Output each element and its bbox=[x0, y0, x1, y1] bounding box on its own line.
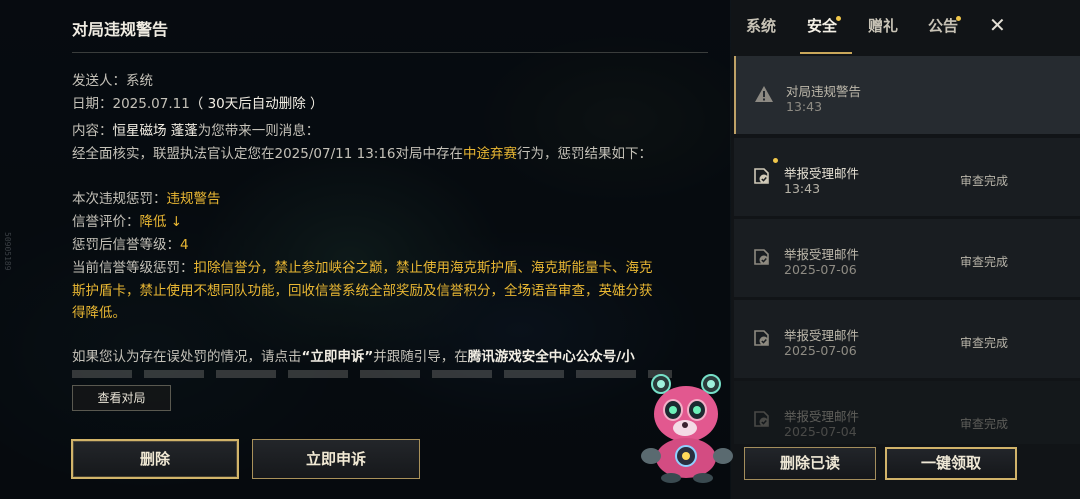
tab-security-dot bbox=[836, 16, 841, 21]
appeal-bold: 腾讯游戏安全中心公众号/小 bbox=[467, 349, 635, 365]
mail-check-icon bbox=[754, 168, 769, 184]
list-item[interactable]: 举报受理邮件 2025-07-06 审查完成 bbox=[734, 219, 1080, 297]
list-item[interactable]: 举报受理邮件 13:43 审查完成 bbox=[734, 138, 1080, 216]
list-item-status: 审查完成 bbox=[960, 336, 1009, 350]
content-label: 内容： bbox=[72, 123, 113, 139]
credit-value: 降低 bbox=[139, 214, 167, 230]
verdict-pre: 经全面核实，联盟执法官认定您在2025/07/11 13:16对局中存在 bbox=[72, 146, 464, 162]
list-item-time: 13:43 bbox=[784, 181, 821, 196]
list-item-time: 13:43 bbox=[786, 99, 823, 114]
unread-dot bbox=[773, 158, 778, 163]
date-line: 日期：2025.07.11（ 30天后自动删除 ） bbox=[72, 93, 324, 116]
delete-read-button[interactable]: 删除已读 bbox=[744, 447, 876, 480]
list-item-time: 2025-07-06 bbox=[784, 262, 857, 277]
date-label: 日期： bbox=[72, 96, 113, 112]
title-divider bbox=[72, 52, 708, 53]
content-tail: 为您带来一则消息： bbox=[197, 123, 320, 139]
tab-announcements-dot bbox=[956, 16, 961, 21]
side-watermark: 50905189 bbox=[3, 232, 12, 271]
tab-gifts[interactable]: 赠礼 bbox=[868, 15, 898, 36]
tab-announcements[interactable]: 公告 bbox=[928, 15, 958, 36]
list-item-title: 举报受理邮件 bbox=[784, 247, 860, 262]
current-penalty-label: 当前信誉等级惩罚： bbox=[72, 260, 194, 276]
close-icon[interactable]: ✕ bbox=[989, 13, 1006, 37]
penalty-label: 本次违规惩罚： bbox=[72, 191, 167, 207]
list-item-status: 审查完成 bbox=[960, 417, 1009, 431]
sender-label: 发送人： bbox=[72, 73, 126, 89]
penalty-value: 违规警告 bbox=[166, 191, 221, 207]
mail-title: 对局违规警告 bbox=[72, 20, 169, 39]
mail-list: 对局违规警告 13:43 举报受理邮件 13:43 审查完成 举报受理邮件 20… bbox=[731, 54, 1080, 444]
arrow-down-icon: ↓ bbox=[170, 214, 183, 230]
list-item-status: 审查完成 bbox=[960, 255, 1009, 269]
list-item-time: 2025-07-04 bbox=[784, 424, 857, 439]
list-item-time: 2025-07-06 bbox=[784, 343, 857, 358]
verdict-line: 经全面核实，联盟执法官认定您在2025/07/11 13:16对局中存在中途弃赛… bbox=[72, 143, 652, 166]
level-line: 惩罚后信誉等级：4 bbox=[72, 234, 189, 257]
mascot-character-icon[interactable] bbox=[633, 372, 738, 484]
sender-line: 发送人：系统 bbox=[72, 70, 153, 93]
claim-all-button[interactable]: 一键领取 bbox=[885, 447, 1017, 480]
warning-icon bbox=[755, 86, 773, 102]
current-penalty-line1: 扣除信誉分，禁止参加峡谷之巅，禁止使用海克斯护盾、海克斯能量卡、海克 bbox=[193, 260, 653, 276]
penalty-line: 本次违规惩罚：违规警告 bbox=[72, 188, 221, 211]
current-penalty-line2: 斯护盾卡，禁止使用不想同队功能，回收信誉系统全部奖励及信誉积分，全场语音审查，英… bbox=[72, 283, 653, 299]
tab-bar: 系统 安全 赠礼 公告 ✕ bbox=[731, 0, 1080, 54]
list-item[interactable]: 对局违规警告 13:43 bbox=[734, 56, 1080, 134]
mail-check-icon bbox=[754, 330, 769, 346]
tab-security[interactable]: 安全 bbox=[807, 15, 837, 36]
list-item[interactable]: 举报受理邮件 2025-07-04 审查完成 bbox=[734, 381, 1080, 444]
content-from: 恒星磁场 蓬蓬 bbox=[112, 123, 198, 139]
verdict-post: 行为，惩罚结果如下： bbox=[517, 146, 653, 162]
list-item-title: 举报受理邮件 bbox=[784, 409, 860, 424]
credit-label: 信誉评价： bbox=[72, 214, 140, 230]
appeal-line: 如果您认为存在误处罚的情况，请点击“立即申诉”并跟随引导，在腾讯游戏安全中心公众… bbox=[72, 346, 635, 369]
list-item-title: 举报受理邮件 bbox=[784, 166, 860, 181]
delete-button[interactable]: 删除 bbox=[71, 439, 239, 479]
content-line: 内容：恒星磁场 蓬蓬为您带来一则消息： bbox=[72, 120, 319, 143]
list-item-status: 审查完成 bbox=[960, 174, 1009, 188]
view-match-button[interactable]: 查看对局 bbox=[72, 385, 171, 411]
mail-check-icon bbox=[754, 249, 769, 265]
date-value: 2025.07.11 bbox=[112, 96, 190, 112]
appeal-button[interactable]: 立即申诉 bbox=[252, 439, 420, 479]
appeal-pre: 如果您认为存在误处罚的情况，请点击 bbox=[72, 349, 302, 365]
level-label: 惩罚后信誉等级： bbox=[72, 237, 180, 253]
verdict-highlight: 中途弃赛 bbox=[463, 146, 518, 162]
appeal-link-text: “立即申诉” bbox=[301, 349, 374, 365]
sender-value: 系统 bbox=[126, 73, 153, 89]
appeal-mid: 并跟随引导，在 bbox=[373, 349, 468, 365]
date-note: （ 30天后自动删除 ） bbox=[189, 96, 324, 112]
mail-list-panel: 系统 安全 赠礼 公告 ✕ 对局违规警告 13:43 举报受理邮件 13:43 … bbox=[731, 0, 1080, 499]
list-item-title: 举报受理邮件 bbox=[784, 328, 860, 343]
credit-line: 信誉评价：降低 ↓ bbox=[72, 211, 182, 234]
list-item[interactable]: 举报受理邮件 2025-07-06 审查完成 bbox=[734, 300, 1080, 378]
current-penalty-line3: 得降低。 bbox=[72, 305, 126, 321]
mail-check-icon bbox=[754, 411, 769, 427]
faded-text-line bbox=[72, 370, 672, 378]
list-item-title: 对局违规警告 bbox=[786, 84, 862, 99]
current-penalty-line: 当前信誉等级惩罚：扣除信誉分，禁止参加峡谷之巅，禁止使用海克斯护盾、海克斯能量卡… bbox=[72, 257, 653, 280]
tab-system[interactable]: 系统 bbox=[746, 15, 776, 36]
level-value: 4 bbox=[180, 237, 189, 253]
